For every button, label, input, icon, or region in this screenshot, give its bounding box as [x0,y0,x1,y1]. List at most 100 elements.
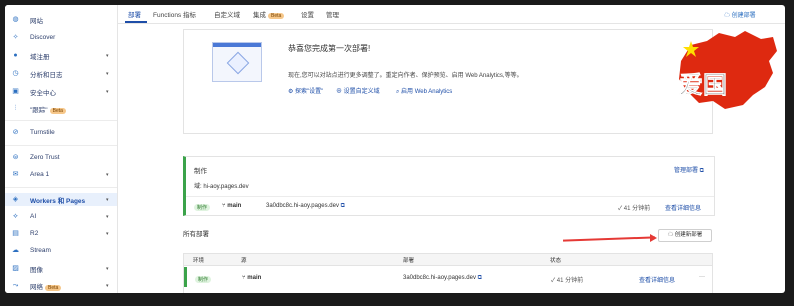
beta-badge: Beta [49,107,66,114]
window-frame: ◍ 网站 ✧ Discover ● 域注册 ▾ ◷ 分析和日志 ▾ ▣ 安全中心… [0,0,794,306]
sidebar-item-label: Zero Trust [30,154,60,161]
sidebar-item-trace[interactable]: ⫶ "跟踪" Beta [5,102,117,115]
sidebar-item-label: Workers 和 Pages [30,197,86,205]
sidebar-item-label: 图像 [30,266,43,274]
sticker-text: 爱国 [679,72,727,99]
chevron-down-icon: ▾ [106,171,109,178]
sidebar-item-analytics[interactable]: ◷ 分析和日志 ▾ [5,67,117,80]
chevron-down-icon: ▾ [106,196,109,203]
active-tab-indicator [125,21,147,23]
tab-functions-metrics[interactable]: Functions 指标 [153,9,196,19]
cloud-icon: ☁ [12,247,19,254]
route-icon: ⫶ [14,105,17,112]
sidebar-item-r2[interactable]: ▤ R2 ▾ [5,227,117,240]
production-badge: 制作 [194,204,211,211]
sidebar-item-label: Area 1 [30,171,50,178]
cloud-upload-icon: ☁ [667,232,675,238]
view-details-link[interactable]: 查看详细信息 [639,275,675,284]
mail-icon: ✉ [12,171,19,178]
sidebar-item-network[interactable]: ⤳ 网络 Beta ▾ [5,279,117,292]
manage-deployment-link[interactable]: 管理部署 ⧉ [674,165,704,175]
settings-icon: ⚙ [288,89,296,95]
sidebar-item-discover[interactable]: ✧ Discover [5,31,117,44]
cloud-upload-icon: ☁ [724,13,732,19]
explore-settings-link[interactable]: ⚙ 探索"设置" [288,86,323,95]
deployments-table: 环境 源 部署 状态 制作 ⑂ main 3a0dbc8c.hi-aoy.pag… [183,253,713,293]
web-analytics-link[interactable]: ⌕ 启用 Web Analytics [396,86,452,96]
sidebar-item-label: R2 [30,230,39,237]
more-options-icon[interactable]: ··· [699,274,705,280]
chevron-down-icon: ▾ [106,265,109,272]
external-link-icon: ⧉ [338,203,345,209]
globe-icon: ⊕ [336,89,344,95]
sidebar-item-label: 网站 [30,17,43,25]
sidebar-item-label: "跟踪" Beta [30,104,66,114]
deployment-status: ✓ 41 分钟前 [551,278,584,284]
dashboard-screen: ◍ 网站 ✧ Discover ● 域注册 ▾ ◷ 分析和日志 ▾ ▣ 安全中心… [5,5,785,293]
create-deployment-link[interactable]: ☁ 创建部署 [724,10,756,19]
sidebar-item-stream[interactable]: ☁ Stream [5,244,117,257]
sidebar-item-zero-trust[interactable]: ⊜ Zero Trust [5,151,117,164]
tab-deployments[interactable]: 部署 [128,9,141,19]
sidebar-item-security-center[interactable]: ▣ 安全中心 ▾ [5,85,117,98]
lightbulb-icon: ✧ [12,34,19,41]
table-header: 环境 源 部署 状态 [184,254,712,266]
chevron-down-icon: ▾ [106,52,109,59]
ai-icon: ⟡ [13,213,18,220]
sidebar-item-label: Discover [30,34,56,41]
sidebar-item-label: AI [30,213,37,220]
table-row[interactable]: 制作 ⑂ main 3a0dbc8c.hi-aoy.pages.dev ⧉ ✓ … [184,267,715,287]
shield-icon: ▣ [12,88,19,95]
illustration-bar [213,43,261,47]
chevron-down-icon: ▾ [106,230,109,237]
annotation-arrow [562,236,656,242]
zero-trust-icon: ⊜ [12,154,19,161]
china-map-sticker: 爱国 [679,31,777,109]
congrats-title: 恭喜您完成第一次部署! [288,44,371,53]
image-icon: ▨ [12,265,19,272]
external-link-icon: ⧉ [475,275,482,281]
tab-custom-domains[interactable]: 自定义域 [214,9,240,19]
create-new-deployment-button[interactable]: ☁ 创建新部署 [658,229,712,242]
card-divider [186,196,714,197]
workers-icon: ◈ [12,196,19,203]
custom-domain-link[interactable]: ⊕ 设置自定义域 [336,86,380,95]
sidebar-divider [5,120,117,121]
sidebar: ◍ 网站 ✧ Discover ● 域注册 ▾ ◷ 分析和日志 ▾ ▣ 安全中心… [5,5,118,293]
sidebar-item-label: 域注册 [30,53,50,61]
column-header-status: 状态 [550,258,562,264]
all-deployments-title: 所有部署 [183,231,209,238]
network-icon: ⤳ [12,282,19,289]
globe-icon: ● [13,52,18,59]
tab-integrations[interactable]: 集成 Beta [253,9,285,19]
sidebar-item-domains[interactable]: ● 域注册 ▾ [5,49,117,62]
sidebar-item-workers-pages[interactable]: ◈ Workers 和 Pages ▾ [5,193,117,206]
sidebar-item-turnstile[interactable]: ⊘ Turnstile [5,126,117,139]
column-header-environment: 环境 [193,258,205,264]
sidebar-item-label: Turnstile [30,129,55,136]
sidebar-item-label: 网络 Beta [30,281,62,291]
sidebar-item-ai[interactable]: ⟡ AI ▾ [5,210,117,223]
tab-bar: 部署 Functions 指标 自定义域 集成 Beta 设置 管理 ☁ 创建部署 [117,5,785,24]
sidebar-item-websites[interactable]: ◍ 网站 [5,13,117,26]
production-domain: 域: hi-aoy.pages.dev [194,184,249,190]
tab-settings[interactable]: 设置 [301,9,314,19]
deployment-time: ✓ 41 分钟前 [618,206,651,212]
annotation-arrow-head [650,234,657,242]
sidebar-item-area1[interactable]: ✉ Area 1 ▾ [5,168,117,181]
sidebar-item-label: 安全中心 [30,89,56,97]
tab-manage[interactable]: 管理 [326,9,339,19]
congrats-description: 现在,您可以对站点进行更多调整了。重定向作者、保护预览、启用 Web Analy… [288,73,523,79]
clock-icon: ◷ [12,70,19,77]
sidebar-divider [5,145,117,146]
deployment-link[interactable]: 3a0dbc8c.hi-aoy.pages.dev ⧉ [266,203,345,210]
environment-badge: 制作 [195,276,212,283]
sidebar-item-images[interactable]: ▨ 图像 ▾ [5,262,117,275]
turnstile-icon: ⊘ [12,129,19,136]
sidebar-item-label: 分析和日志 [30,71,63,79]
chevron-down-icon: ▾ [106,88,109,95]
deployment-link[interactable]: 3a0dbc8c.hi-aoy.pages.dev ⧉ [403,275,482,282]
chevron-down-icon: ▾ [106,70,109,77]
column-header-source: 源 [241,258,247,264]
view-details-link[interactable]: 查看详细信息 [665,203,701,212]
